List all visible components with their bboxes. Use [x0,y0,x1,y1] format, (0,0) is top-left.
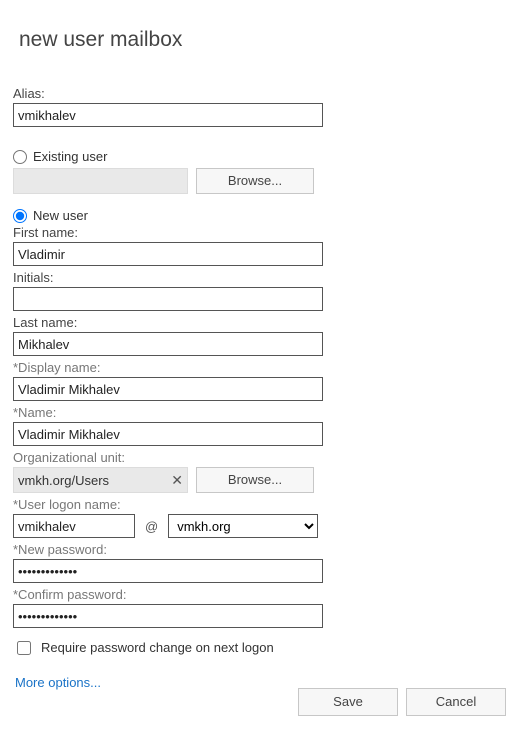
last-name-label: Last name: [13,315,501,330]
name-input[interactable] [13,422,323,446]
initials-input[interactable] [13,287,323,311]
name-label: *Name: [13,405,501,420]
existing-browse-button[interactable]: Browse... [196,168,314,194]
require-change-checkbox[interactable] [17,641,31,655]
new-password-label: *New password: [13,542,501,557]
at-symbol: @ [145,519,158,534]
last-name-input[interactable] [13,332,323,356]
confirm-password-input[interactable] [13,604,323,628]
org-unit-clear-icon[interactable]: ✕ [171,473,183,487]
org-unit-value: vmkh.org/Users [18,473,109,488]
new-user-radio[interactable] [13,209,27,223]
new-password-input[interactable] [13,559,323,583]
page-title: new user mailbox [19,28,501,52]
org-unit-browse-button[interactable]: Browse... [196,467,314,493]
confirm-password-label: *Confirm password: [13,587,501,602]
first-name-input[interactable] [13,242,323,266]
require-change-label: Require password change on next logon [41,640,274,655]
display-name-label: *Display name: [13,360,501,375]
save-button[interactable]: Save [298,688,398,716]
new-user-label: New user [33,208,88,223]
org-unit-label: Organizational unit: [13,450,501,465]
logon-domain-select[interactable]: vmkh.org [168,514,318,538]
org-unit-field: vmkh.org/Users ✕ [13,467,188,493]
first-name-label: First name: [13,225,501,240]
cancel-button[interactable]: Cancel [406,688,506,716]
initials-label: Initials: [13,270,501,285]
existing-user-field [13,168,188,194]
display-name-input[interactable] [13,377,323,401]
logon-name-input[interactable] [13,514,135,538]
alias-input[interactable] [13,103,323,127]
alias-label: Alias: [13,86,501,101]
existing-user-radio[interactable] [13,150,27,164]
existing-user-label: Existing user [33,149,107,164]
logon-name-label: *User logon name: [13,497,501,512]
